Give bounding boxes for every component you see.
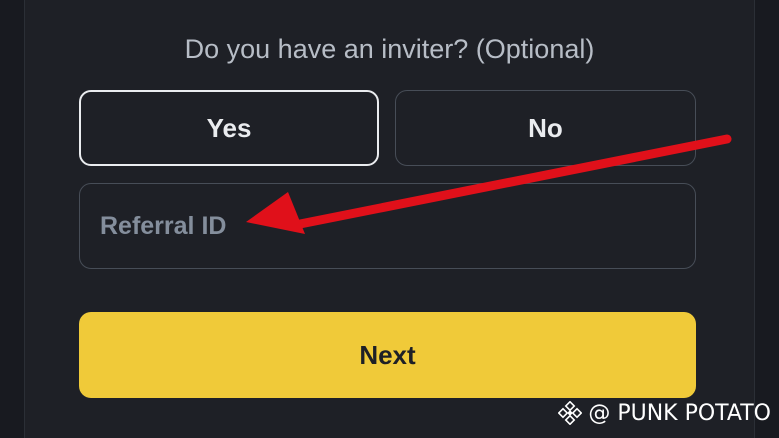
next-button[interactable]: Next bbox=[79, 312, 696, 398]
watermark: @ PUNK POTATO bbox=[558, 398, 771, 428]
watermark-text: @ PUNK POTATO bbox=[588, 400, 771, 426]
yes-button[interactable]: Yes bbox=[79, 90, 379, 166]
inviter-form-screen: Do you have an inviter? (Optional) Yes N… bbox=[0, 0, 779, 438]
left-panel-edge bbox=[0, 0, 25, 438]
right-panel-edge bbox=[754, 0, 779, 438]
inviter-question: Do you have an inviter? (Optional) bbox=[184, 34, 595, 64]
referral-id-input[interactable] bbox=[79, 183, 696, 269]
binance-diamond-icon bbox=[558, 401, 583, 425]
no-button[interactable]: No bbox=[395, 90, 696, 166]
